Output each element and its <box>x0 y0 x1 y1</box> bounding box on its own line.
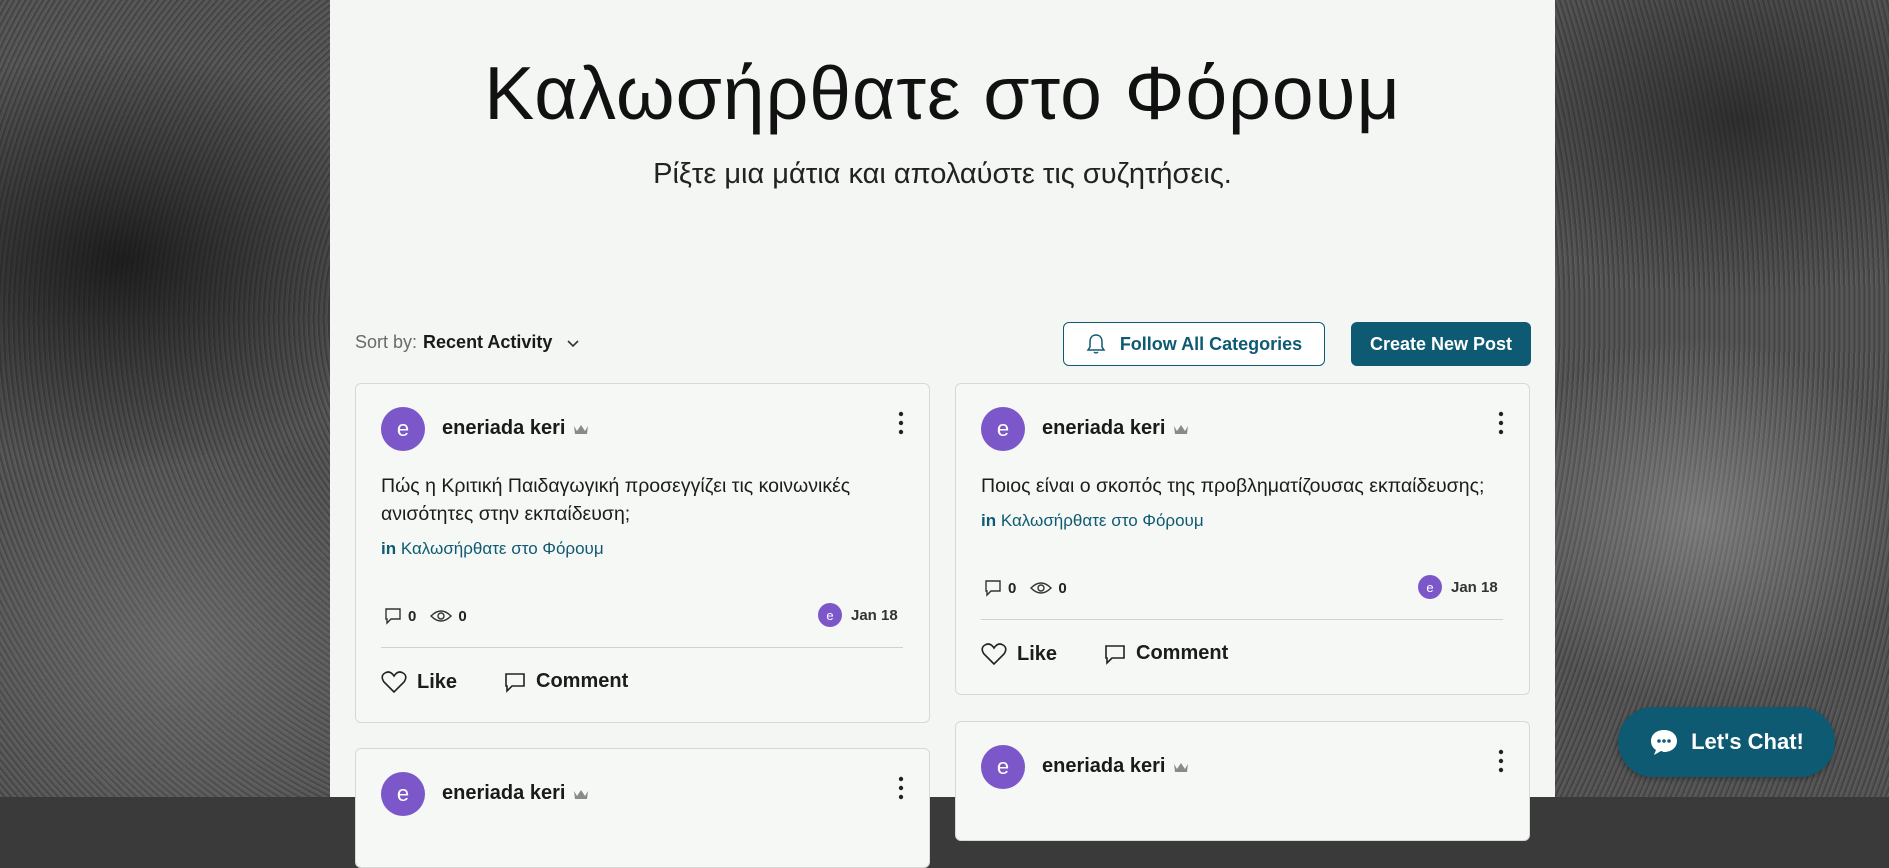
comment-count: 0 <box>984 579 1016 597</box>
page-subtitle: Ρίξτε μια μάτια και απολαύστε τις συζητή… <box>653 158 1232 190</box>
comment-count: 0 <box>384 607 416 625</box>
author-name-text: eneriada keri <box>1042 755 1166 777</box>
heart-icon <box>981 643 1007 666</box>
divider <box>381 647 903 648</box>
divider <box>981 619 1503 620</box>
comment-button[interactable]: Comment <box>1104 642 1228 665</box>
author-name[interactable]: eneriada keri <box>442 782 589 805</box>
page-title: Καλωσήρθατε στο Φόρουμ <box>484 51 1401 135</box>
view-count: 0 <box>1030 579 1067 597</box>
comment-count-value: 0 <box>408 607 417 625</box>
avatar[interactable]: e <box>981 407 1025 451</box>
post-date: Jan 18 <box>1451 579 1498 596</box>
like-button[interactable]: Like <box>381 670 457 694</box>
post-card[interactable]: e eneriada keri <box>955 721 1530 841</box>
comment-icon <box>1105 644 1125 665</box>
kebab-icon[interactable] <box>1498 749 1504 773</box>
comment-button[interactable]: Comment <box>504 670 628 693</box>
follow-all-categories-button[interactable]: Follow All Categories <box>1063 322 1325 366</box>
chat-button[interactable]: Let's Chat! <box>1618 707 1835 777</box>
last-activity-avatar[interactable]: e <box>818 603 842 627</box>
chevron-down-icon <box>567 339 579 347</box>
like-label: Like <box>417 670 458 693</box>
view-count-value: 0 <box>458 607 467 625</box>
post-card[interactable]: e eneriada keri Πώς η Κριτική Παιδαγωγικ… <box>355 383 930 723</box>
comment-icon <box>385 608 401 625</box>
sort-value: Recent Activity <box>423 332 553 352</box>
last-activity-avatar[interactable]: e <box>1418 575 1442 599</box>
view-count-value: 0 <box>1058 579 1067 597</box>
post-card[interactable]: e eneriada keri Ποιος είναι ο σκοπός της… <box>955 383 1530 695</box>
post-category[interactable]: in Καλωσήρθατε στο Φόρουμ <box>381 539 604 559</box>
kebab-icon[interactable] <box>898 411 904 435</box>
post-card[interactable]: e eneriada keri <box>355 748 930 868</box>
post-title-line: ανισότητες στην εκπαίδευση; <box>381 503 631 525</box>
comment-icon <box>505 672 525 693</box>
post-date: Jan 18 <box>851 607 898 624</box>
author-name[interactable]: eneriada keri <box>1042 417 1189 440</box>
eye-icon <box>1030 582 1053 594</box>
category-prefix: in <box>981 511 997 530</box>
chat-button-label: Let's Chat! <box>1691 729 1804 754</box>
chat-bubble-icon <box>1651 730 1678 755</box>
main-panel: Καλωσήρθατε στο Φόρουμ Ρίξτε μια μάτια κ… <box>330 0 1555 868</box>
comment-count-value: 0 <box>1008 579 1017 597</box>
kebab-icon[interactable] <box>1498 411 1504 435</box>
avatar[interactable]: e <box>381 772 425 816</box>
crown-icon <box>1174 424 1189 434</box>
heart-icon <box>381 671 407 694</box>
author-name-text: eneriada keri <box>1042 417 1166 439</box>
avatar[interactable]: e <box>381 407 425 451</box>
post-title-line: Πώς η Κριτική Παιδαγωγική προσεγγίζει τι… <box>381 475 851 497</box>
post-stats: 0 0 <box>384 607 467 625</box>
create-new-post-button[interactable]: Create New Post <box>1351 322 1531 366</box>
crown-icon <box>1174 762 1189 772</box>
bell-icon <box>1086 334 1106 354</box>
view-count: 0 <box>430 607 467 625</box>
sort-dropdown[interactable]: Sort by: Recent Activity <box>355 332 580 353</box>
category-link: Καλωσήρθατε στο Φόρουμ <box>1000 511 1204 530</box>
comment-label: Comment <box>536 670 629 692</box>
post-stats: 0 0 <box>984 579 1067 597</box>
sort-label: Sort by: <box>355 332 418 352</box>
kebab-icon[interactable] <box>898 776 904 800</box>
eye-icon <box>430 610 453 622</box>
author-name[interactable]: eneriada keri <box>442 417 589 440</box>
category-link: Καλωσήρθατε στο Φόρουμ <box>400 539 604 558</box>
author-name[interactable]: eneriada keri <box>1042 755 1189 778</box>
avatar[interactable]: e <box>981 745 1025 789</box>
post-title[interactable]: Πώς η Κριτική Παιδαγωγική προσεγγίζει τι… <box>381 472 901 528</box>
like-label: Like <box>1017 642 1058 665</box>
crown-icon <box>574 789 589 799</box>
like-button[interactable]: Like <box>981 642 1057 666</box>
crown-icon <box>574 424 589 434</box>
follow-all-categories-label: Follow All Categories <box>1119 333 1303 354</box>
post-title[interactable]: Ποιος είναι ο σκοπός της προβληματίζουσα… <box>981 472 1521 500</box>
category-prefix: in <box>381 539 397 558</box>
comment-label: Comment <box>1136 642 1229 664</box>
author-name-text: eneriada keri <box>442 417 566 439</box>
author-name-text: eneriada keri <box>442 782 566 804</box>
comment-icon <box>985 580 1001 597</box>
post-category[interactable]: in Καλωσήρθατε στο Φόρουμ <box>981 511 1204 531</box>
